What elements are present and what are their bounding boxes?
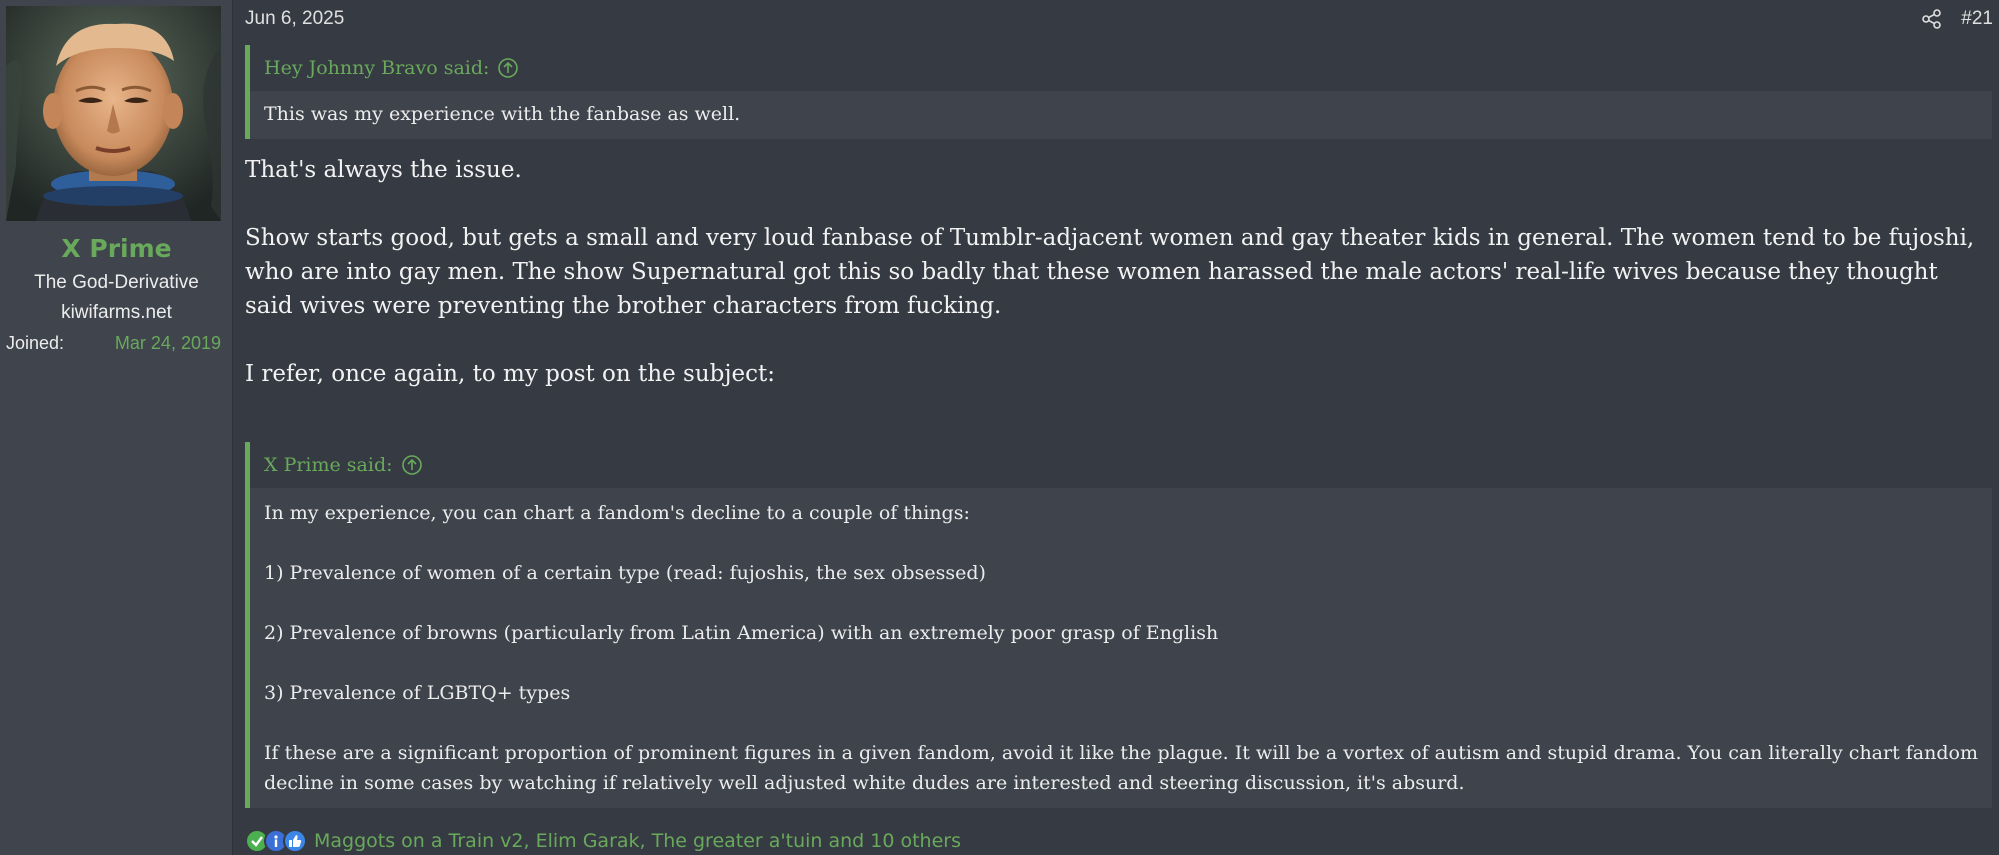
post-paragraph: That's always the issue.: [245, 157, 522, 183]
post-date[interactable]: Jun 6, 2025: [245, 8, 344, 30]
post-header: Jun 6, 2025 #21: [245, 6, 1993, 34]
quote-line: 2) Prevalence of browns (particularly fr…: [264, 622, 1219, 644]
joined-date: Mar 24, 2019: [114, 333, 221, 353]
avatar-image: [6, 6, 221, 221]
post-paragraph: Show starts good, but gets a small and v…: [245, 225, 1975, 319]
quote-line: In my experience, you can chart a fandom…: [264, 502, 970, 524]
jump-to-quote-icon[interactable]: [401, 454, 423, 476]
thumbs-up-reaction-icon[interactable]: [283, 829, 307, 853]
quote-block: X Prime said: In my experience, you can …: [245, 442, 1992, 808]
username[interactable]: X Prime: [0, 234, 233, 263]
post-body: That's always the issue. Show starts goo…: [245, 153, 1985, 391]
share-icon[interactable]: [1921, 8, 1943, 30]
quote-line: 1) Prevalence of women of a certain type…: [264, 562, 986, 584]
quote-body: In my experience, you can chart a fandom…: [250, 488, 1992, 808]
jump-to-quote-icon[interactable]: [497, 57, 519, 79]
user-title: The God-Derivative: [34, 272, 199, 293]
post-number[interactable]: #21: [1961, 8, 1993, 30]
quote-block: Hey Johnny Bravo said: This was my exper…: [245, 45, 1992, 139]
quote-author[interactable]: Hey Johnny Bravo said:: [264, 57, 489, 79]
quote-line: 3) Prevalence of LGBTQ+ types: [264, 682, 571, 704]
quote-body: This was my experience with the fanbase …: [250, 91, 1992, 139]
reaction-users-link[interactable]: Maggots on a Train v2, Elim Garak, The g…: [314, 830, 961, 852]
quote-line: If these are a significant proportion of…: [264, 742, 1978, 794]
reactions-bar: Maggots on a Train v2, Elim Garak, The g…: [245, 828, 961, 854]
user-sidebar: X Prime The God-Derivative kiwifarms.net…: [0, 0, 233, 855]
quote-author[interactable]: X Prime said:: [264, 454, 393, 476]
joined-label: Joined:: [6, 333, 65, 353]
user-site: kiwifarms.net: [61, 302, 172, 323]
avatar[interactable]: [6, 6, 221, 221]
quote-text: This was my experience with the fanbase …: [264, 103, 741, 125]
joined-row: Joined: Mar 24, 2019: [6, 333, 221, 354]
post-paragraph: I refer, once again, to my post on the s…: [245, 361, 775, 387]
quote-header: Hey Johnny Bravo said:: [250, 45, 1992, 91]
quote-header: X Prime said:: [250, 442, 1992, 488]
